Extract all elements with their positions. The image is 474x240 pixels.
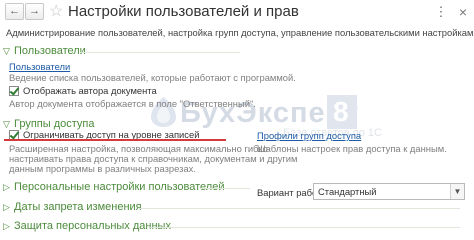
section-users-header[interactable]: ▽ Пользователи xyxy=(3,45,86,57)
back-button[interactable]: ← xyxy=(5,3,24,20)
restrict-access-checkbox[interactable] xyxy=(9,129,19,140)
show-author-checkbox[interactable] xyxy=(9,85,19,96)
forward-button[interactable]: → xyxy=(25,3,44,20)
work-mode-value: Стандартный xyxy=(318,186,377,197)
close-icon[interactable]: × xyxy=(455,3,471,21)
chevron-down-icon: ▽ xyxy=(3,118,10,129)
section-dates-header[interactable]: ▷ Даты запрета изменения xyxy=(3,201,142,213)
watermark-number: 8 xyxy=(333,96,349,127)
section-divider xyxy=(80,52,240,53)
dropdown-arrow-icon[interactable]: ▼ xyxy=(450,184,464,199)
show-author-row[interactable]: Отображать автора документа xyxy=(9,85,157,96)
page-description: Администрирование пользователей, настрой… xyxy=(6,27,474,38)
work-mode-select[interactable]: Стандартный ▼ xyxy=(313,183,465,200)
show-author-hint: Автор документа отображается в поле "Отв… xyxy=(9,98,256,109)
section-divider xyxy=(200,188,250,189)
more-icon[interactable]: ⋮ xyxy=(434,4,448,20)
users-link[interactable]: Пользователи xyxy=(9,61,70,72)
restrict-access-hint-3: данным программы в различных разрезах. xyxy=(9,163,196,174)
section-personal-title: Персональные настройки пользователей xyxy=(14,181,225,193)
users-link-hint: Ведение списка пользователей, которые ра… xyxy=(9,72,296,83)
show-author-label: Отображать автора документа xyxy=(23,85,157,96)
access-profiles-hint: Шаблоны настроек прав доступа к данным. xyxy=(257,143,447,154)
section-divider xyxy=(140,208,460,209)
section-dates-title: Даты запрета изменения xyxy=(14,201,142,213)
section-users-title: Пользователи xyxy=(14,45,86,57)
section-protection-header[interactable]: ▷ Защита персональных данных xyxy=(3,220,171,232)
arrow-left-icon: ← xyxy=(9,5,20,17)
section-divider xyxy=(150,227,460,228)
page-title: Настройки пользователей и прав xyxy=(68,3,299,20)
window-header: ← → ☆ Настройки пользователей и прав ⋮ × xyxy=(0,0,474,24)
chevron-down-icon: ▽ xyxy=(3,45,10,56)
section-personal-header[interactable]: ▷ Персональные настройки пользователей xyxy=(3,181,224,193)
access-profiles-link[interactable]: Профили групп доступа xyxy=(257,130,361,141)
chevron-right-icon: ▷ xyxy=(3,220,10,231)
arrow-right-icon: → xyxy=(29,5,40,17)
star-icon[interactable]: ☆ xyxy=(49,1,63,21)
chevron-right-icon: ▷ xyxy=(3,201,10,212)
highlight-underline xyxy=(4,139,226,141)
chevron-right-icon: ▷ xyxy=(3,181,10,192)
section-protection-title: Защита персональных данных xyxy=(14,220,171,232)
